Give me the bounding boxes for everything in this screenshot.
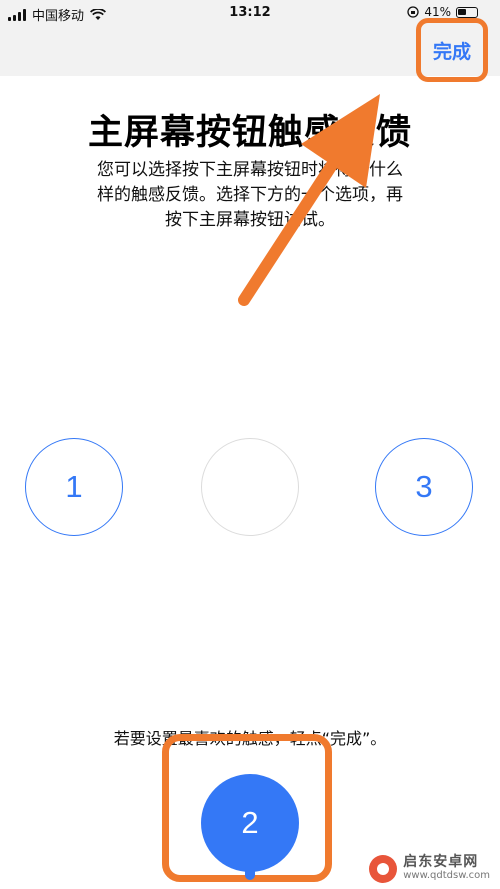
nav-bar: 完成	[0, 18, 500, 82]
status-right: 41%	[407, 5, 478, 19]
description-line: 您可以选择按下主屏幕按钮时将得到什么	[97, 160, 403, 180]
option-1-button[interactable]: 1	[25, 438, 123, 536]
battery-icon	[456, 6, 478, 18]
watermark-name: 启东安卓网	[403, 854, 479, 870]
watermark-text: 启东安卓网 www.qdtdsw.com	[403, 854, 490, 882]
option-3-button[interactable]: 3	[375, 438, 473, 536]
page-title: 主屏幕按钮触感反馈	[87, 113, 412, 153]
lock-rotation-icon	[407, 6, 419, 18]
selected-option-bubble[interactable]: 2	[201, 774, 299, 880]
option-2-button[interactable]	[201, 438, 299, 536]
watermark-logo-icon	[369, 855, 398, 883]
watermark-url: www.qdtdsw.com	[403, 870, 490, 881]
watermark: 启东安卓网 www.qdtdsw.com	[369, 855, 490, 883]
description-line: 按下主屏幕按钮试试。	[165, 210, 335, 230]
battery-percent: 41%	[424, 5, 451, 19]
done-button[interactable]: 完成	[416, 18, 488, 82]
description: 您可以选择按下主屏幕按钮时将得到什么 样的触感反馈。选择下方的一个选项，再 按下…	[55, 158, 445, 233]
description-line: 样的触感反馈。选择下方的一个选项，再	[97, 185, 403, 205]
